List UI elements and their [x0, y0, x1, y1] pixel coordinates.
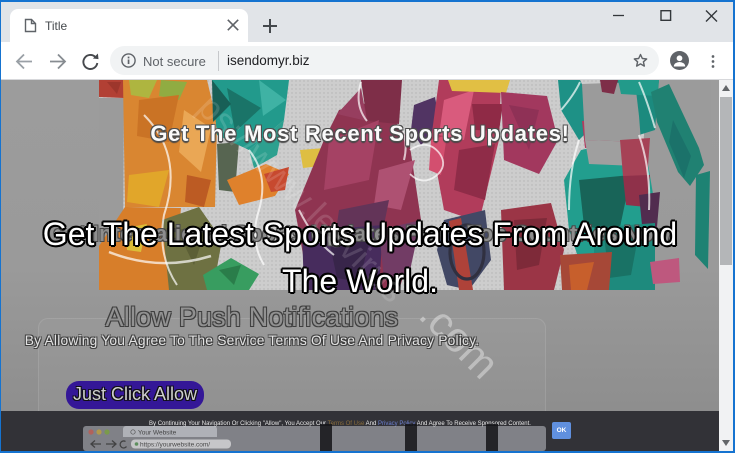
- svg-text:https://yourwebsite.com/: https://yourwebsite.com/: [140, 442, 210, 449]
- svg-text:Your Website: Your Website: [138, 430, 177, 437]
